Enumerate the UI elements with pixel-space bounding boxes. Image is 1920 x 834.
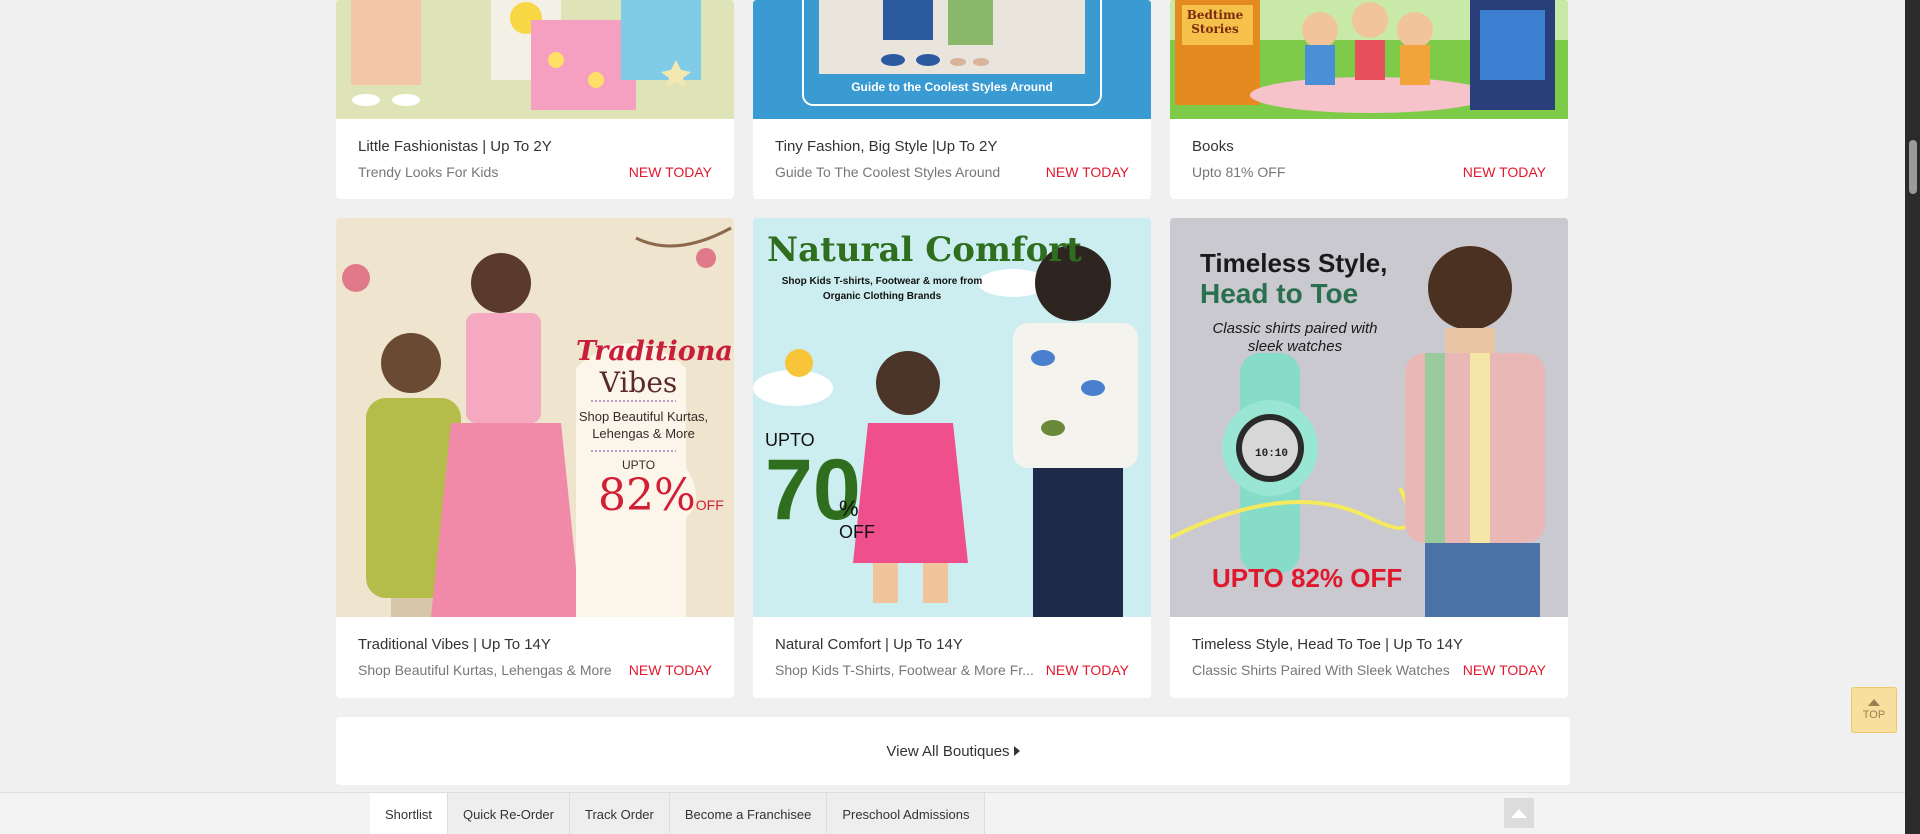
view-all-boutiques-button[interactable]: View All Boutiques [336, 717, 1570, 785]
bottom-nav: Shortlist Quick Re-Order Track Order Bec… [370, 793, 986, 834]
view-all-label[interactable]: View All Boutiques [886, 743, 1009, 760]
boutique-banner-image[interactable]: Bedtime Stories [1170, 0, 1568, 119]
new-today-badge: NEW TODAY [1045, 662, 1129, 678]
triangle-up-icon [1511, 808, 1527, 818]
top-label: TOP [1862, 709, 1886, 721]
boutique-title[interactable]: Natural Comfort | Up To 14Y [775, 635, 1131, 655]
boutique-card-traditional-vibes[interactable]: Traditional Vibes Shop Beautiful Kurtas,… [336, 218, 734, 698]
boutique-subtitle: Upto 81% OFF [1192, 164, 1286, 180]
bottom-nav-franchisee[interactable]: Become a Franchisee [669, 793, 828, 834]
watch-time: 10:10 [1255, 448, 1289, 460]
back-to-top-button[interactable]: TOP [1851, 687, 1897, 733]
banner-line: Shop Kids T-shirts, Footwear & more from… [781, 276, 983, 302]
banner-heading-2: Vibes [599, 366, 678, 399]
toolbar-toggle-button[interactable] [1504, 798, 1534, 828]
caret-right-icon [1013, 746, 1020, 756]
banner-caption: Guide to the Coolest Styles Around [851, 80, 1053, 94]
new-today-badge: NEW TODAY [1045, 164, 1129, 180]
boutique-card-little-fashionistas[interactable]: Little Fashionistas | Up To 2Y Trendy Lo… [336, 0, 734, 199]
banner-heading: Traditional [576, 336, 734, 367]
banner-heading: Timeless Style, [1200, 248, 1388, 278]
boutique-card-tiny-fashion[interactable]: Guide to the Coolest Styles Around Tiny … [753, 0, 1151, 199]
new-today-badge: NEW TODAY [1462, 164, 1546, 180]
boutique-banner-image[interactable] [336, 0, 734, 119]
page-scrollbar[interactable] [1905, 0, 1920, 834]
boutique-title[interactable]: Traditional Vibes | Up To 14Y [358, 635, 714, 655]
boutique-title[interactable]: Timeless Style, Head To Toe | Up To 14Y [1192, 635, 1548, 655]
banner-line: Classic shirts paired with sleek watches [1212, 320, 1378, 355]
arrow-up-icon [1868, 699, 1880, 706]
new-today-badge: NEW TODAY [628, 164, 712, 180]
boutique-subtitle: Guide To The Coolest Styles Around [775, 164, 1001, 180]
banner-off: OFF [839, 522, 875, 542]
banner-heading: Natural Comfort [767, 230, 1082, 270]
boutique-subtitle: Shop Kids T-Shirts, Footwear & More Fr..… [775, 662, 1034, 678]
boutique-card-timeless-style[interactable]: Timeless Style, Head to Toe Classic shir… [1170, 218, 1568, 698]
banner-pct-sign: % [839, 496, 859, 521]
boutique-title[interactable]: Tiny Fashion, Big Style |Up To 2Y [775, 137, 1131, 157]
bottom-nav-shortlist[interactable]: Shortlist [370, 793, 448, 834]
boutique-banner-image[interactable]: Timeless Style, Head to Toe Classic shir… [1170, 218, 1568, 617]
boutique-title[interactable]: Little Fashionistas | Up To 2Y [358, 137, 714, 157]
boutique-card-books[interactable]: Bedtime Stories Books Upto 81% OFF NEW T… [1170, 0, 1568, 199]
boutique-banner-image[interactable]: Natural Comfort Shop Kids T-shirts, Foot… [753, 218, 1151, 617]
bottom-toolbar: Shortlist Quick Re-Order Track Order Bec… [0, 792, 1905, 834]
banner-line: Shop Beautiful Kurtas, Lehengas & More [578, 409, 709, 441]
banner-caption: Bedtime Stories [1186, 8, 1244, 36]
boutique-card-natural-comfort[interactable]: Natural Comfort Shop Kids T-shirts, Foot… [753, 218, 1151, 698]
boutique-subtitle: Classic Shirts Paired With Sleek Watches [1192, 662, 1450, 678]
banner-offer: 82%OFF [598, 470, 724, 521]
boutique-banner-image[interactable]: Guide to the Coolest Styles Around [753, 0, 1151, 119]
new-today-badge: NEW TODAY [628, 662, 712, 678]
banner-offer: UPTO 82% OFF [1212, 563, 1403, 593]
boutique-title[interactable]: Books [1192, 137, 1548, 157]
banner-heading-2: Head to Toe [1200, 278, 1359, 309]
boutique-subtitle: Trendy Looks For Kids [358, 164, 499, 180]
bottom-nav-preschool[interactable]: Preschool Admissions [827, 793, 986, 834]
boutique-banner-image[interactable]: Traditional Vibes Shop Beautiful Kurtas,… [336, 218, 734, 617]
bottom-nav-quick-reorder[interactable]: Quick Re-Order [447, 793, 570, 834]
new-today-badge: NEW TODAY [1462, 662, 1546, 678]
scrollbar-thumb[interactable] [1909, 140, 1917, 194]
bottom-nav-track-order[interactable]: Track Order [570, 793, 670, 834]
boutique-subtitle: Shop Beautiful Kurtas, Lehengas & More [358, 662, 612, 678]
